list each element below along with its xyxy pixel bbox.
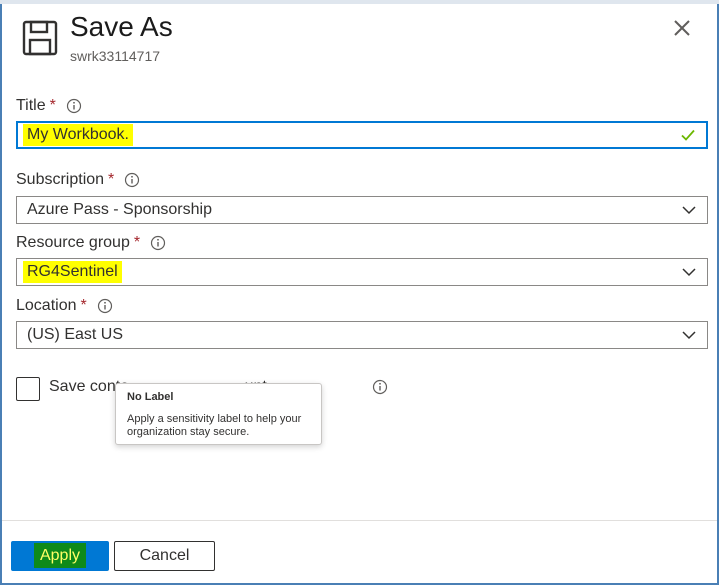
resource-group-label: Resource group *	[16, 233, 166, 253]
info-icon[interactable]	[372, 379, 388, 395]
apply-button[interactable]: Apply	[11, 541, 109, 571]
info-icon[interactable]	[150, 235, 166, 251]
chevron-down-icon	[682, 331, 696, 340]
location-label: Location *	[16, 296, 113, 316]
dialog-subtitle: swrk33114717	[70, 48, 161, 64]
title-input[interactable]: My Workbook.	[16, 121, 708, 149]
title-label-text: Title	[16, 97, 46, 114]
location-label-text: Location	[16, 297, 77, 314]
location-dropdown[interactable]: (US) East US	[16, 321, 708, 349]
tooltip-title: No Label	[127, 391, 174, 403]
apply-button-label: Apply	[33, 543, 87, 568]
location-dropdown-value: (US) East US	[27, 326, 124, 343]
required-star: *	[108, 171, 115, 188]
required-star: *	[80, 297, 87, 314]
tooltip-body: Apply a sensitivity label to help your o…	[127, 413, 302, 438]
resource-group-dropdown[interactable]: RG4Sentinel	[16, 258, 708, 286]
window-top-strip	[0, 0, 719, 4]
required-star: *	[49, 97, 56, 114]
info-icon[interactable]	[97, 298, 113, 314]
save-floppy-icon	[22, 20, 58, 56]
required-star: *	[133, 234, 141, 251]
chevron-down-icon	[682, 268, 696, 277]
sensitivity-label-tooltip: No Label Apply a sensitivity label to he…	[115, 383, 322, 445]
close-button[interactable]	[668, 14, 696, 42]
subscription-dropdown[interactable]: Azure Pass - Sponsorship	[16, 196, 708, 224]
close-icon	[674, 20, 690, 36]
save-content-checkbox[interactable]	[16, 377, 40, 401]
footer-divider	[2, 520, 717, 521]
resource-group-dropdown-value: RG4Sentinel	[23, 261, 122, 283]
title-label: Title *	[16, 96, 82, 116]
info-icon[interactable]	[124, 172, 140, 188]
subscription-label-text: Subscription	[16, 171, 105, 188]
dialog-frame	[0, 0, 719, 585]
dialog-header: Save As swrk33114717	[22, 12, 702, 72]
dialog-title: Save As	[70, 11, 173, 42]
subscription-label: Subscription *	[16, 170, 140, 190]
subscription-dropdown-value: Azure Pass - Sponsorship	[27, 201, 212, 218]
chevron-down-icon	[682, 206, 696, 215]
info-icon[interactable]	[66, 98, 82, 114]
checkmark-icon	[681, 129, 695, 141]
title-input-value: My Workbook.	[23, 124, 133, 146]
cancel-button[interactable]: Cancel	[114, 541, 215, 571]
resource-group-label-text: Resource group	[16, 234, 130, 251]
